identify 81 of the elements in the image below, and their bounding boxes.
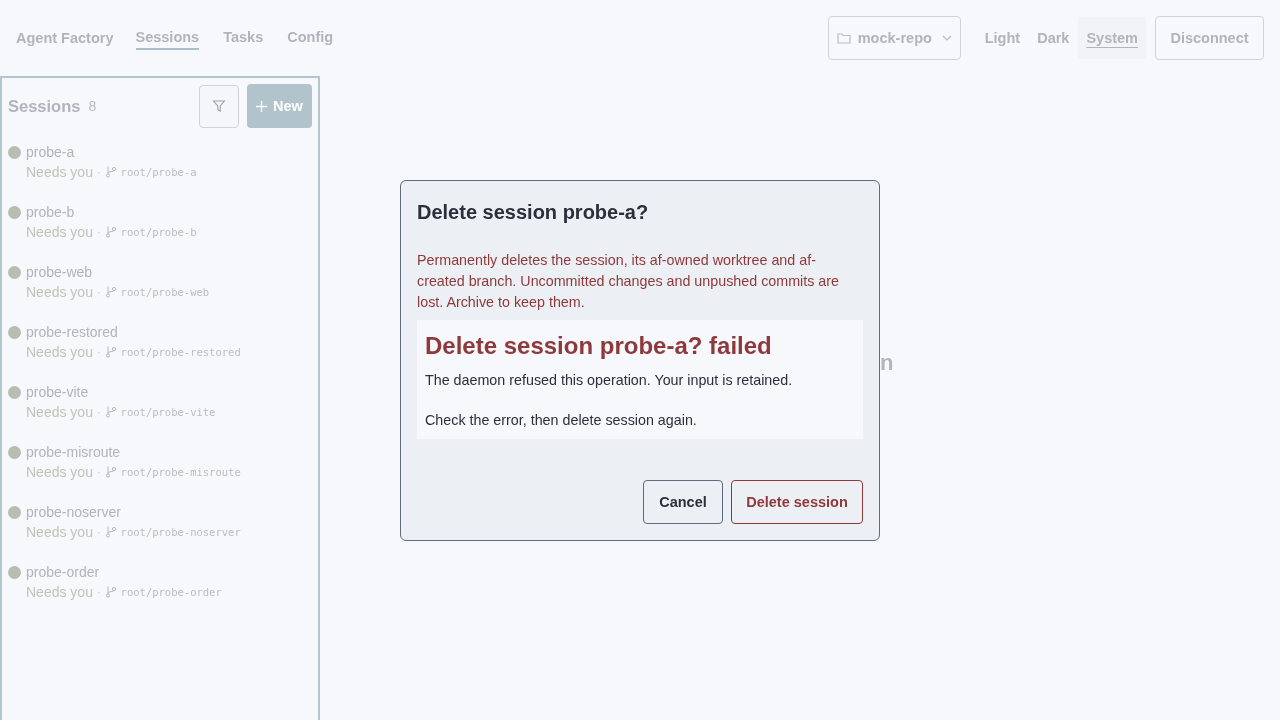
session-item[interactable]: probe-noserver Needs you · root/probe-noserver bbox=[8, 504, 312, 564]
repo-select[interactable]: mock-repo bbox=[827, 16, 961, 60]
session-name: probe-vite bbox=[26, 384, 89, 400]
theme-option[interactable]: Light bbox=[976, 17, 1029, 59]
new-session-button[interactable]: New bbox=[247, 84, 312, 128]
status-dot bbox=[8, 145, 21, 159]
session-status: Needs you bbox=[26, 344, 93, 360]
session-name: probe-a bbox=[26, 144, 75, 160]
branch-name: root/probe-order bbox=[120, 586, 222, 598]
session-item[interactable]: probe-b Needs you · root/probe-b bbox=[8, 204, 312, 264]
session-status: Needs you bbox=[26, 584, 93, 600]
chevron-down-icon bbox=[941, 35, 952, 41]
error-title: Delete session probe-a? failed bbox=[425, 332, 773, 360]
separator: · bbox=[96, 526, 101, 538]
branch-icon bbox=[104, 526, 117, 538]
delete-button[interactable]: Delete session bbox=[731, 480, 863, 524]
cancel-button[interactable]: Cancel bbox=[643, 480, 723, 524]
theme-option[interactable]: Dark bbox=[1029, 17, 1078, 59]
nav-tab[interactable]: Sessions bbox=[135, 26, 200, 50]
branch-name: root/probe-vite bbox=[120, 406, 216, 418]
session-status: Needs you bbox=[26, 284, 93, 300]
status-dot bbox=[8, 505, 21, 519]
branch-name: root/probe-b bbox=[120, 226, 197, 238]
app-title: Agent Factory bbox=[16, 30, 114, 46]
session-status: Needs you bbox=[26, 164, 93, 180]
session-name: probe-b bbox=[26, 204, 75, 220]
dialog-description: Permanently deletes the session, its af-owned worktree and af-created branch. Uncommitted changes and unpushed commits are lost. Archive to keep them. bbox=[417, 251, 840, 312]
status-dot bbox=[8, 385, 21, 399]
session-name: probe-restored bbox=[26, 324, 118, 340]
branch-icon bbox=[104, 286, 117, 298]
separator: · bbox=[96, 226, 101, 238]
branch-name: root/probe-noserver bbox=[120, 526, 241, 538]
branch-icon bbox=[104, 166, 117, 178]
empty-state-heading: n bbox=[880, 350, 894, 376]
session-name: probe-misroute bbox=[26, 444, 121, 460]
status-dot bbox=[8, 325, 21, 339]
filter-icon bbox=[212, 99, 226, 113]
session-item[interactable]: probe-vite Needs you · root/probe-vite bbox=[8, 384, 312, 444]
separator: · bbox=[96, 466, 101, 478]
disconnect-button[interactable]: Disconnect bbox=[1155, 16, 1264, 60]
nav-tab[interactable]: Tasks bbox=[223, 26, 264, 50]
session-name: probe-noserver bbox=[26, 504, 121, 520]
separator: · bbox=[96, 166, 101, 178]
session-count: 8 bbox=[88, 98, 97, 114]
nav-tab[interactable]: Config bbox=[287, 26, 334, 50]
error-message: The daemon refused this operation. Your input is retained. bbox=[425, 372, 794, 388]
branch-icon bbox=[104, 466, 117, 478]
separator: · bbox=[96, 346, 101, 358]
status-dot bbox=[8, 265, 21, 279]
branch-name: root/probe-misroute bbox=[120, 466, 241, 478]
theme-option[interactable]: System bbox=[1078, 17, 1146, 59]
separator: · bbox=[96, 286, 101, 298]
folder-icon bbox=[836, 31, 851, 45]
separator: · bbox=[96, 406, 101, 418]
session-item[interactable]: probe-misroute Needs you · root/probe-misroute bbox=[8, 444, 312, 504]
branch-name: root/probe-web bbox=[120, 286, 210, 298]
session-status: Needs you bbox=[26, 464, 93, 480]
filter-button[interactable] bbox=[199, 84, 239, 128]
status-dot bbox=[8, 445, 21, 459]
separator: · bbox=[96, 586, 101, 598]
error-hint: Check the error, then delete session again. bbox=[425, 412, 698, 428]
session-status: Needs you bbox=[26, 404, 93, 420]
plus-icon bbox=[256, 100, 268, 112]
branch-name: root/probe-a bbox=[120, 166, 197, 178]
branch-icon bbox=[104, 586, 117, 598]
branch-icon bbox=[104, 346, 117, 358]
branch-name: root/probe-restored bbox=[120, 346, 241, 358]
session-item[interactable]: probe-web Needs you · root/probe-web bbox=[8, 264, 312, 324]
session-name: probe-web bbox=[26, 264, 93, 280]
session-status: Needs you bbox=[26, 524, 93, 540]
status-dot bbox=[8, 565, 21, 579]
session-item[interactable]: probe-order Needs you · root/probe-order bbox=[8, 564, 312, 624]
session-item[interactable]: probe-restored Needs you · root/probe-restored bbox=[8, 324, 312, 384]
dialog-title: Delete session probe-a? bbox=[417, 201, 650, 224]
session-item[interactable]: probe-a Needs you · root/probe-a bbox=[8, 144, 312, 204]
session-status: Needs you bbox=[26, 224, 93, 240]
branch-icon bbox=[104, 226, 117, 238]
session-name: probe-order bbox=[26, 564, 100, 580]
panel-title: Sessions bbox=[8, 96, 81, 116]
status-dot bbox=[8, 205, 21, 219]
branch-icon bbox=[104, 406, 117, 418]
